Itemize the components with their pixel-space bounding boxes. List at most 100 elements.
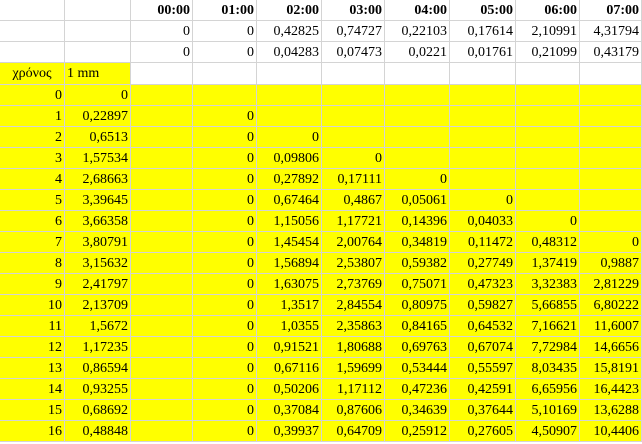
cell[interactable]: 0,07473 xyxy=(322,42,385,63)
cell[interactable]: 0,42591 xyxy=(450,379,516,400)
cell[interactable] xyxy=(580,190,642,211)
cell[interactable]: 1,57534 xyxy=(65,148,131,169)
cell[interactable]: 12 xyxy=(0,337,65,358)
cell[interactable]: 0,04283 xyxy=(257,42,322,63)
cell[interactable]: χρόνος xyxy=(0,63,65,85)
cell[interactable]: 1,17112 xyxy=(322,379,385,400)
cell[interactable]: 0,21099 xyxy=(516,42,580,63)
cell[interactable]: 0 xyxy=(193,421,257,442)
cell[interactable]: 1,59699 xyxy=(322,358,385,379)
cell[interactable]: 0,55597 xyxy=(450,358,516,379)
cell[interactable]: 0 xyxy=(131,42,193,63)
cell[interactable]: 0,09806 xyxy=(257,148,322,169)
cell[interactable] xyxy=(450,63,516,85)
cell[interactable] xyxy=(131,253,193,274)
cell[interactable]: 0,4867 xyxy=(322,190,385,211)
cell[interactable] xyxy=(131,379,193,400)
cell[interactable]: 0 xyxy=(193,190,257,211)
cell[interactable]: 2,73769 xyxy=(322,274,385,295)
cell[interactable]: 05:00 xyxy=(450,0,516,21)
cell[interactable]: 0,50206 xyxy=(257,379,322,400)
cell[interactable] xyxy=(131,274,193,295)
cell[interactable]: 0,04033 xyxy=(450,211,516,232)
cell[interactable]: 5,66855 xyxy=(516,295,580,316)
cell[interactable]: 2,13709 xyxy=(65,295,131,316)
cell[interactable]: 06:00 xyxy=(516,0,580,21)
cell[interactable] xyxy=(516,169,580,190)
cell[interactable]: 2,84554 xyxy=(322,295,385,316)
cell[interactable] xyxy=(131,295,193,316)
cell[interactable]: 13,6288 xyxy=(580,400,642,421)
cell[interactable]: 0,27749 xyxy=(450,253,516,274)
cell[interactable] xyxy=(131,63,193,85)
cell[interactable]: 0,74727 xyxy=(322,21,385,42)
cell[interactable]: 0 xyxy=(193,127,257,148)
cell[interactable]: 5 xyxy=(0,190,65,211)
cell[interactable]: 0 xyxy=(322,148,385,169)
cell[interactable] xyxy=(193,63,257,85)
cell[interactable] xyxy=(385,85,450,106)
cell[interactable]: 2 xyxy=(0,127,65,148)
cell[interactable]: 1,37419 xyxy=(516,253,580,274)
cell[interactable]: 0,27892 xyxy=(257,169,322,190)
cell[interactable]: 0,34819 xyxy=(385,232,450,253)
cell[interactable]: 1,3517 xyxy=(257,295,322,316)
cell[interactable] xyxy=(131,400,193,421)
cell[interactable]: 0,91521 xyxy=(257,337,322,358)
cell[interactable]: 0,53444 xyxy=(385,358,450,379)
cell[interactable]: 2,00764 xyxy=(322,232,385,253)
cell[interactable]: 0,39937 xyxy=(257,421,322,442)
cell[interactable]: 0 xyxy=(193,169,257,190)
cell[interactable]: 0,64532 xyxy=(450,316,516,337)
cell[interactable]: 0 xyxy=(193,400,257,421)
cell[interactable]: 0,87606 xyxy=(322,400,385,421)
cell[interactable] xyxy=(385,63,450,85)
cell[interactable]: 1,5672 xyxy=(65,316,131,337)
cell[interactable]: 0,93255 xyxy=(65,379,131,400)
cell[interactable]: 2,68663 xyxy=(65,169,131,190)
cell[interactable]: 4,50907 xyxy=(516,421,580,442)
cell[interactable]: 0,64709 xyxy=(322,421,385,442)
cell[interactable] xyxy=(131,190,193,211)
cell[interactable]: 0 xyxy=(0,85,65,106)
cell[interactable]: 3,15632 xyxy=(65,253,131,274)
cell[interactable]: 0,84165 xyxy=(385,316,450,337)
cell[interactable]: 0,0221 xyxy=(385,42,450,63)
cell[interactable] xyxy=(516,85,580,106)
cell[interactable]: 0 xyxy=(257,127,322,148)
cell[interactable]: 0 xyxy=(193,358,257,379)
cell[interactable] xyxy=(580,148,642,169)
cell[interactable]: 0 xyxy=(385,169,450,190)
cell[interactable]: 0,68692 xyxy=(65,400,131,421)
cell[interactable]: 2,10991 xyxy=(516,21,580,42)
cell[interactable]: 0,75071 xyxy=(385,274,450,295)
cell[interactable]: 3,66358 xyxy=(65,211,131,232)
cell[interactable]: 07:00 xyxy=(580,0,642,21)
cell[interactable]: 0,59382 xyxy=(385,253,450,274)
cell[interactable]: 0,14396 xyxy=(385,211,450,232)
cell[interactable] xyxy=(580,169,642,190)
cell[interactable]: 0,48312 xyxy=(516,232,580,253)
cell[interactable]: 3 xyxy=(0,148,65,169)
cell[interactable]: 0,48848 xyxy=(65,421,131,442)
cell[interactable]: 0 xyxy=(131,21,193,42)
cell[interactable]: 8 xyxy=(0,253,65,274)
cell[interactable]: 0 xyxy=(193,379,257,400)
cell[interactable]: 0,6513 xyxy=(65,127,131,148)
cell[interactable] xyxy=(131,211,193,232)
cell[interactable]: 14 xyxy=(0,379,65,400)
cell[interactable]: 15,8191 xyxy=(580,358,642,379)
cell[interactable]: 0 xyxy=(65,85,131,106)
cell[interactable] xyxy=(131,337,193,358)
cell[interactable]: 1,17235 xyxy=(65,337,131,358)
cell[interactable] xyxy=(131,421,193,442)
cell[interactable]: 0 xyxy=(450,190,516,211)
cell[interactable]: 2,81229 xyxy=(580,274,642,295)
cell[interactable]: 0 xyxy=(193,337,257,358)
cell[interactable]: 3,39645 xyxy=(65,190,131,211)
cell[interactable]: 0 xyxy=(193,253,257,274)
cell[interactable] xyxy=(516,148,580,169)
cell[interactable]: 0 xyxy=(516,211,580,232)
cell[interactable] xyxy=(580,106,642,127)
cell[interactable]: 0 xyxy=(193,316,257,337)
